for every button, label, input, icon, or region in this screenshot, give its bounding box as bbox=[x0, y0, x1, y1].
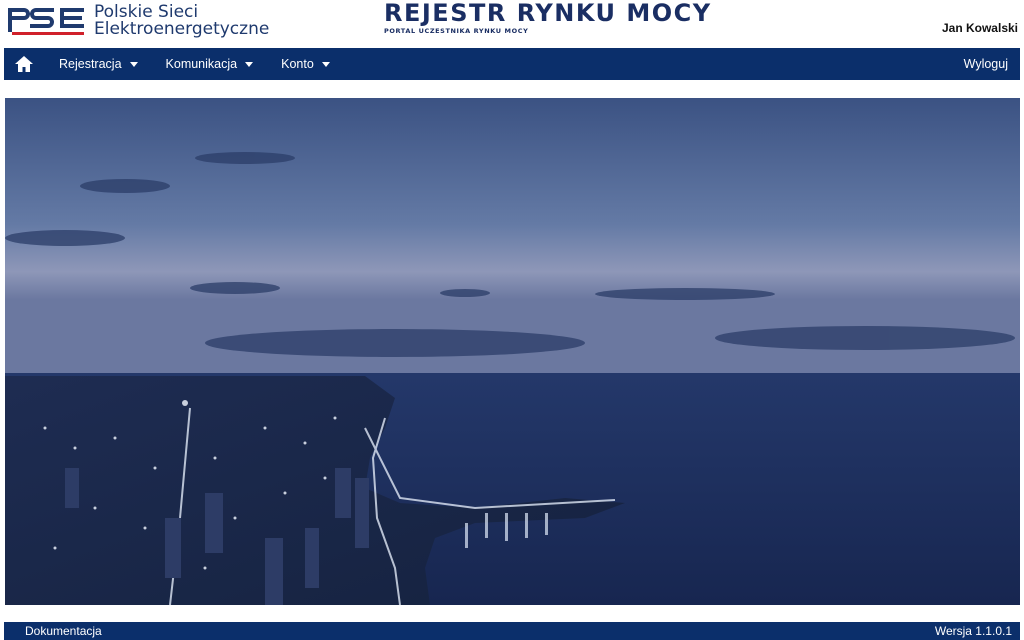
main-navbar: Rejestracja Komunikacja Konto Wyloguj bbox=[4, 48, 1020, 80]
app-title: REJESTR RYNKU MOCY bbox=[384, 0, 712, 27]
caret-down-icon bbox=[321, 61, 330, 67]
caret-down-icon bbox=[129, 61, 138, 67]
company-name: Polskie Sieci Elektroenergetyczne bbox=[94, 4, 269, 38]
nav-menu-label: Konto bbox=[281, 57, 314, 71]
nav-menu-komunikacja[interactable]: Komunikacja bbox=[166, 48, 254, 80]
nav-menu-label: Rejestracja bbox=[59, 57, 122, 71]
user-name: Jan Kowalski bbox=[941, 21, 1018, 35]
logout-link[interactable]: Wyloguj bbox=[964, 48, 1008, 80]
app-subtitle: PORTAL UCZESTNIKA RYNKU MOCY bbox=[384, 27, 529, 35]
footer-bar: Dokumentacja Wersja 1.1.0.1 bbox=[4, 622, 1020, 640]
hero-city-image bbox=[5, 98, 1020, 605]
nav-menu-rejestracja[interactable]: Rejestracja bbox=[59, 48, 138, 80]
header: Polskie Sieci Elektroenergetyczne REJEST… bbox=[0, 0, 1024, 46]
city-skyline-illustration bbox=[5, 98, 1020, 605]
home-icon bbox=[15, 56, 33, 72]
company-name-line2: Elektroenergetyczne bbox=[94, 19, 270, 39]
nav-menu-label: Komunikacja bbox=[165, 57, 238, 71]
pse-logo-mark bbox=[8, 8, 84, 35]
company-logo[interactable]: Polskie Sieci Elektroenergetyczne bbox=[6, 2, 269, 40]
caret-down-icon bbox=[245, 61, 254, 67]
documentation-link[interactable]: Dokumentacja bbox=[25, 624, 102, 638]
app-title-block: REJESTR RYNKU MOCY PORTAL UCZESTNIKA RYN… bbox=[384, 0, 712, 35]
home-button[interactable] bbox=[4, 48, 44, 80]
version-label: Wersja 1.1.0.1 bbox=[934, 624, 1012, 638]
nav-menu-konto[interactable]: Konto bbox=[281, 48, 330, 80]
